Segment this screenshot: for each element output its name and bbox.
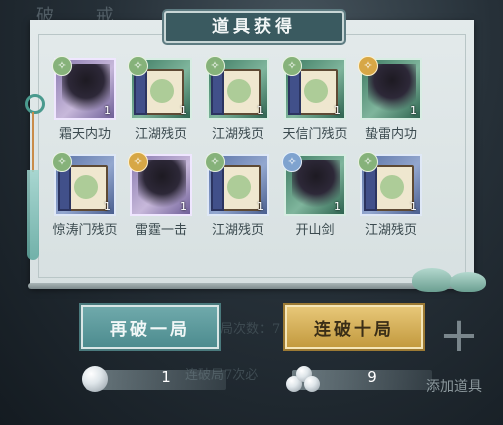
- rank-badge-icon: ✧: [128, 56, 148, 76]
- item-name: 惊涛门残页: [52, 223, 118, 238]
- item-name: 蛰雷内功: [364, 127, 417, 142]
- ghost-count-text: 局次数：7: [220, 322, 281, 337]
- title-banner: 道具获得: [164, 11, 344, 43]
- book-icon: [288, 69, 338, 115]
- item-tile[interactable]: ✧ 1: [128, 56, 192, 120]
- book-icon: [134, 69, 184, 115]
- item-quantity: 1: [104, 200, 111, 213]
- reward-item[interactable]: ✧ 1 江湖残页: [203, 152, 273, 238]
- book-icon: [211, 165, 261, 211]
- item-quantity: 1: [257, 200, 264, 213]
- item-tile[interactable]: ✧ 1: [205, 56, 269, 120]
- item-name: 雷霆一击: [134, 223, 187, 238]
- item-quantity: 1: [410, 200, 417, 213]
- scroll-rod: [28, 283, 478, 289]
- item-name: 江湖残页: [211, 127, 264, 142]
- item-quantity: 1: [410, 104, 417, 117]
- rank-badge-icon: ✧: [52, 56, 72, 76]
- once-cost-value: 1: [161, 368, 171, 386]
- book-icon: [364, 165, 414, 211]
- rank-badge-icon: ✧: [52, 152, 72, 172]
- reward-item[interactable]: ✧ 1 江湖残页: [203, 56, 273, 142]
- reward-item[interactable]: ✧ 1 霜天内功: [50, 56, 120, 142]
- bowl-icon: [450, 272, 486, 292]
- add-item-button[interactable]: +: [432, 310, 486, 364]
- item-tile[interactable]: ✧ 1: [282, 56, 346, 120]
- tassel-fringe: [27, 170, 39, 260]
- item-tile[interactable]: ✧ 1: [52, 152, 116, 216]
- item-quantity: 1: [257, 104, 264, 117]
- reward-item[interactable]: ✧ 1 天信门残页: [280, 56, 350, 142]
- tassel-cord: [32, 112, 34, 172]
- item-quantity: 1: [180, 104, 187, 117]
- rank-badge-icon: ✧: [128, 152, 148, 172]
- add-item-label[interactable]: 添加道具: [426, 376, 482, 396]
- ten-cost-value: 9: [367, 368, 377, 386]
- rank-badge-icon: ✧: [282, 56, 302, 76]
- rank-badge-icon: ✧: [205, 56, 225, 76]
- item-tile[interactable]: ✧ 1: [282, 152, 346, 216]
- break-ten-button[interactable]: 连破十局: [285, 305, 423, 349]
- item-quantity: 1: [104, 104, 111, 117]
- reward-item[interactable]: ✧ 1 惊涛门残页: [50, 152, 120, 238]
- rank-badge-icon: ✧: [358, 152, 378, 172]
- reward-item[interactable]: ✧ 1 江湖残页: [126, 56, 196, 142]
- rank-badge-icon: ✧: [205, 152, 225, 172]
- reward-item[interactable]: ✧ 1 江湖残页: [356, 152, 426, 238]
- reward-item[interactable]: ✧ 1 雷霆一击: [126, 152, 196, 238]
- item-name: 江湖残页: [364, 223, 417, 238]
- item-tile[interactable]: ✧ 1: [358, 152, 422, 216]
- item-tile[interactable]: ✧ 1: [358, 56, 422, 120]
- teapot-bowls-icon: [412, 258, 490, 292]
- jade-tassel-icon: [23, 84, 45, 264]
- pearl-icon: [82, 366, 108, 392]
- break-once-button[interactable]: 再破一局: [81, 305, 219, 349]
- ten-cost: 9: [282, 364, 432, 394]
- jade-ring-icon: [25, 94, 45, 114]
- book-icon: [58, 165, 108, 211]
- rank-badge-icon: ✧: [282, 152, 302, 172]
- once-cost: 1: [76, 364, 226, 394]
- item-quantity: 1: [334, 104, 341, 117]
- rank-badge-icon: ✧: [358, 56, 378, 76]
- book-icon: [211, 69, 261, 115]
- item-tile[interactable]: ✧ 1: [128, 152, 192, 216]
- reward-item[interactable]: ✧ 1 蛰雷内功: [356, 56, 426, 142]
- item-tile[interactable]: ✧ 1: [205, 152, 269, 216]
- pearl-icon: [304, 376, 320, 392]
- bowl-icon: [412, 268, 452, 292]
- item-name: 霜天内功: [58, 127, 111, 142]
- item-name: 开山剑: [295, 223, 335, 238]
- item-tile[interactable]: ✧ 1: [52, 56, 116, 120]
- item-quantity: 1: [180, 200, 187, 213]
- item-name: 江湖残页: [134, 127, 187, 142]
- reward-item[interactable]: ✧ 1 开山剑: [280, 152, 350, 238]
- item-name: 江湖残页: [211, 223, 264, 238]
- item-name: 天信门残页: [282, 127, 348, 142]
- dialog-title: 道具获得: [212, 17, 296, 37]
- item-quantity: 1: [334, 200, 341, 213]
